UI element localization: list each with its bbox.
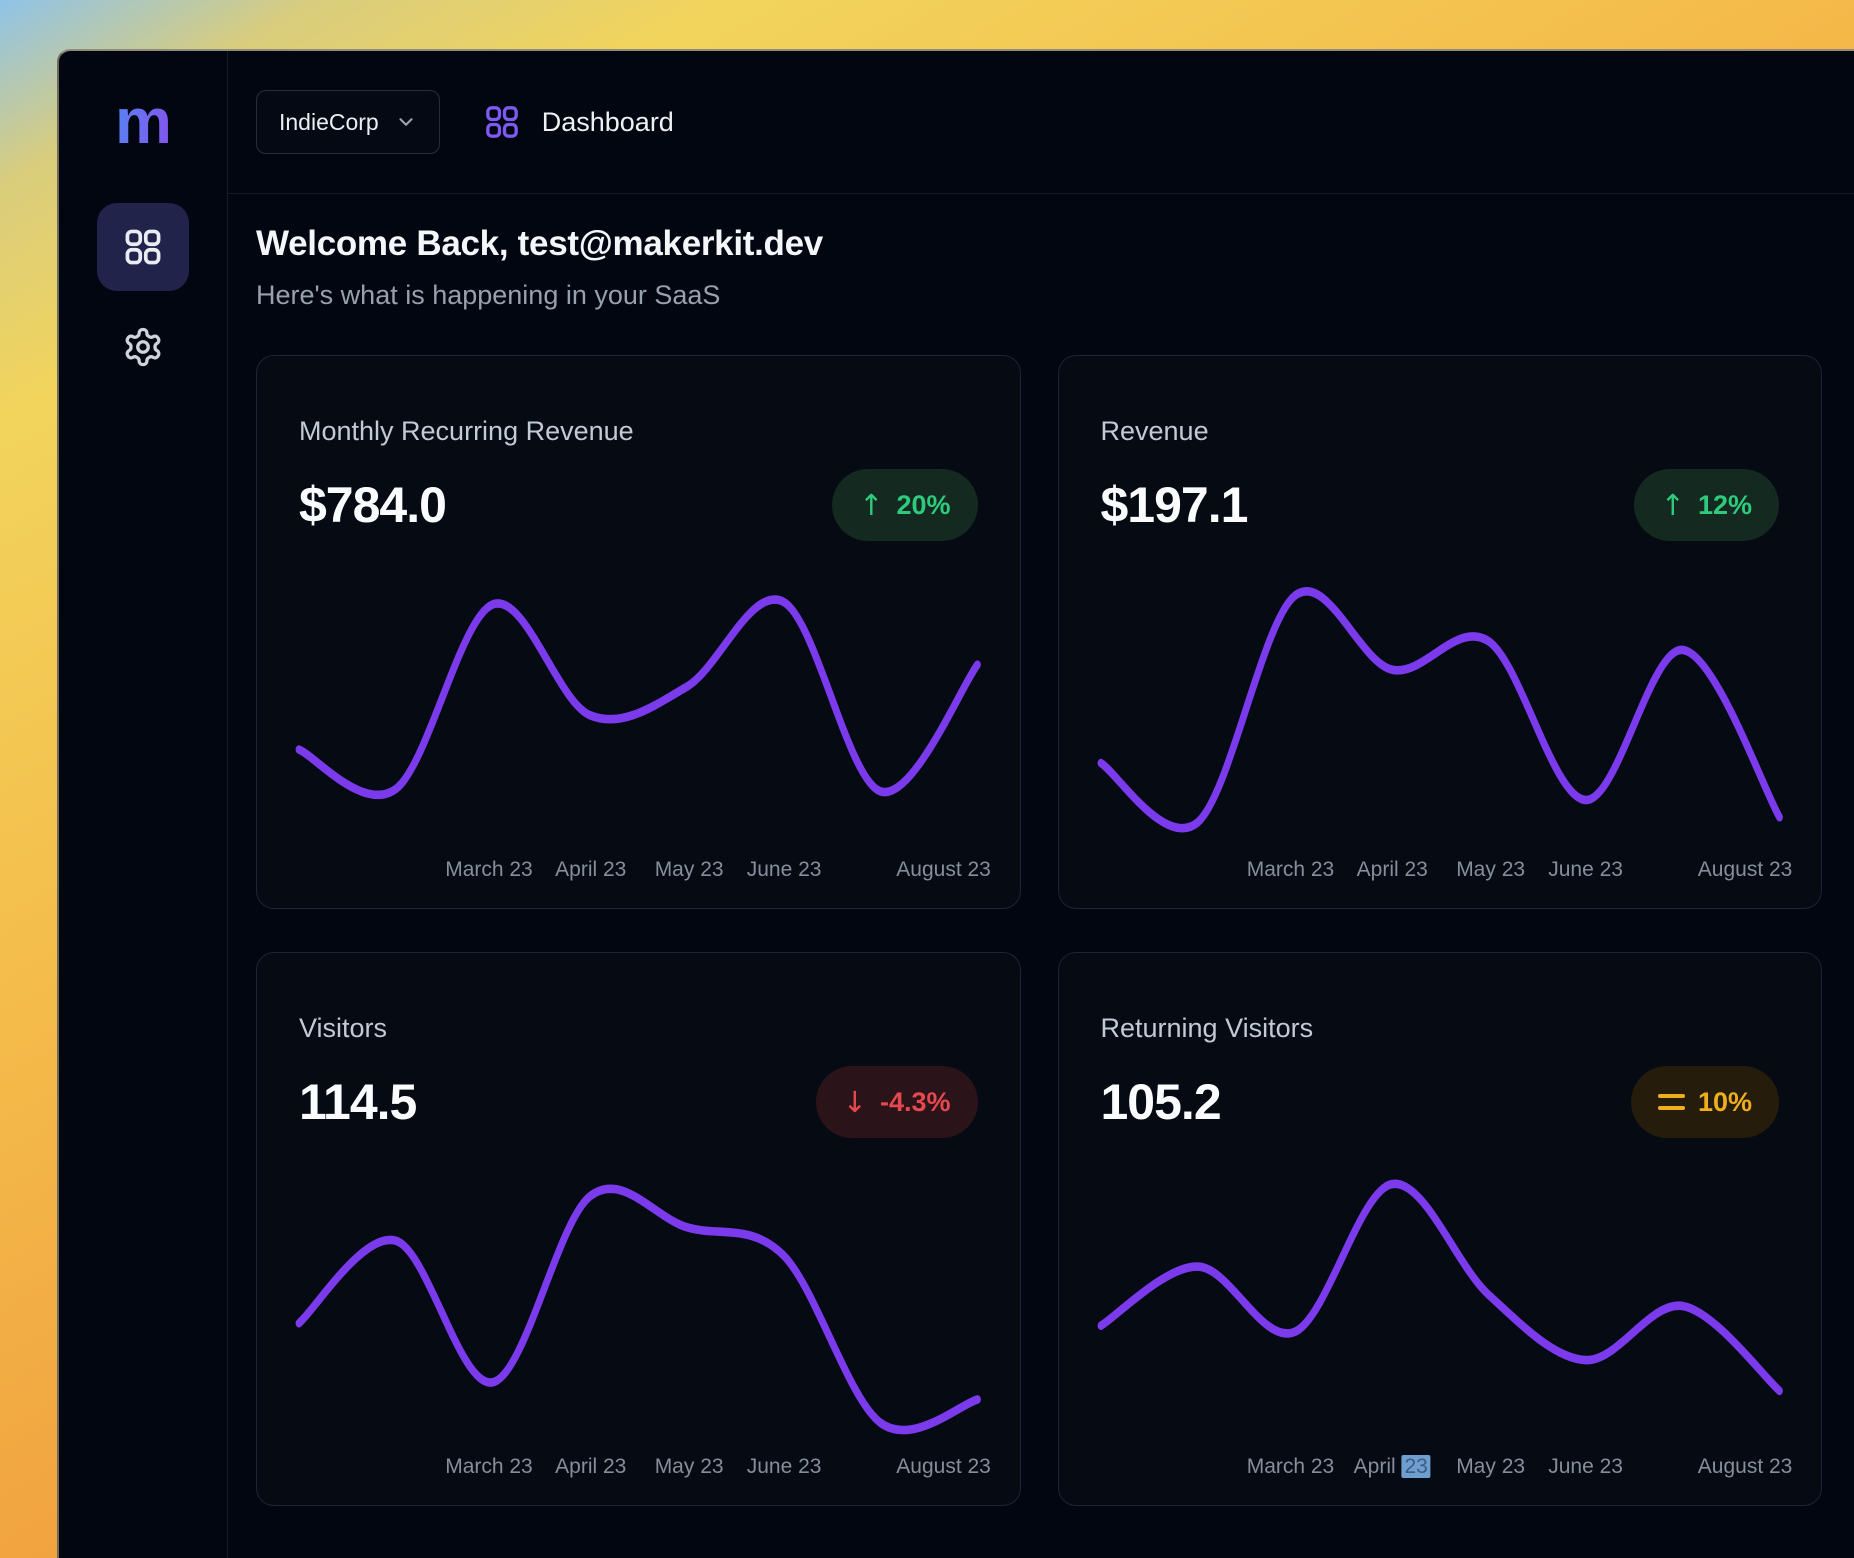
metric-card-revenue: Revenue $197.1 ↑ 12% March 23 April 23 May 23 J… [1058,355,1823,909]
x-axis-labels: March 23April 23May 23June 23August 23 [1101,1455,1780,1481]
trend-badge: ↑ 12% [1634,469,1779,541]
sparkline-chart [299,565,978,848]
grid-icon [121,225,165,269]
breadcrumb: Dashboard [482,102,674,142]
metric-value: 114.5 [299,1073,416,1131]
welcome-subheading: Here's what is happening in your SaaS [256,280,1822,311]
x-axis-tick: May 23 [655,1455,724,1479]
makerkit-logo: m [115,89,171,153]
metric-card-monthly-recurring-revenue: Monthly Recurring Revenue $784.0 ↑ 20% March… [256,355,1021,909]
value-row: $784.0 ↑ 20% [299,469,978,541]
trend-value: 20% [896,490,950,521]
card-title: Returning Visitors [1101,1013,1780,1044]
x-axis-tick: August 23 [1698,858,1793,882]
sidebar-item-dashboard[interactable] [97,203,189,291]
sparkline-chart [1101,1162,1780,1445]
main-area: IndieCorp Dashboard Welcome Back, test@m… [228,51,1854,1558]
value-row: 105.2 10% [1101,1066,1780,1138]
org-name: IndieCorp [279,109,379,136]
trend-value: 10% [1698,1087,1752,1118]
card-title: Visitors [299,1013,978,1044]
x-axis-tick: May 23 [1456,858,1525,882]
x-axis-tick: April 23 [1354,1455,1431,1479]
trend-badge: ↓ -4.3% [816,1066,978,1138]
x-axis-tick: August 23 [896,1455,991,1479]
x-axis-labels: March 23April 23May 23June 23August 23 [299,1455,978,1481]
x-axis-tick: April 23 [555,1455,626,1479]
x-axis-tick: April 23 [555,858,626,882]
welcome-heading: Welcome Back, test@makerkit.dev [256,224,1822,264]
selected-text: 23 [1402,1455,1431,1478]
arrow-down-icon: ↓ [843,1085,867,1119]
x-axis-tick: March 23 [445,1455,533,1479]
sparkline-chart [299,1162,978,1445]
page-title: Dashboard [542,107,674,138]
card-title: Monthly Recurring Revenue [299,416,978,447]
x-axis-labels: March 23April 23May 23June 23August 23 [1101,858,1780,884]
metric-card-visitors: Visitors 114.5 ↓ -4.3% March 23 April 23 May 2… [256,952,1021,1506]
x-axis-tick: May 23 [1456,1455,1525,1479]
metric-card-returning-visitors: Returning Visitors 105.2 10% March 23 April … [1058,952,1823,1506]
arrow-up-icon: ↑ [1661,488,1685,522]
x-axis-tick: June 23 [1548,1455,1623,1479]
x-axis-tick: August 23 [896,858,991,882]
trend-badge: 10% [1631,1066,1779,1138]
trend-value: 12% [1698,490,1752,521]
metric-value: $784.0 [299,476,446,534]
arrow-up-icon: ↑ [859,488,883,522]
trend-value: -4.3% [880,1087,951,1118]
value-row: 114.5 ↓ -4.3% [299,1066,978,1138]
dashboard-content: Welcome Back, test@makerkit.dev Here's w… [228,194,1854,1558]
metric-value: 105.2 [1101,1073,1221,1131]
metric-cards-grid: Monthly Recurring Revenue $784.0 ↑ 20% March… [256,355,1822,1506]
sidebar: m [59,51,228,1558]
x-axis-labels: March 23April 23May 23June 23August 23 [299,858,978,884]
metric-value: $197.1 [1101,476,1248,534]
org-selector-button[interactable]: IndieCorp [256,90,440,154]
gear-icon [122,326,164,368]
equals-icon [1658,1094,1685,1110]
x-axis-tick: June 23 [747,1455,822,1479]
dashboard-grid-icon [482,102,522,142]
sparkline-chart [1101,565,1780,848]
card-title: Revenue [1101,416,1780,447]
x-axis-tick: June 23 [1548,858,1623,882]
topbar: IndieCorp Dashboard [228,51,1854,194]
trend-badge: ↑ 20% [832,469,977,541]
x-axis-tick: August 23 [1698,1455,1793,1479]
value-row: $197.1 ↑ 12% [1101,469,1780,541]
x-axis-tick: March 23 [1247,1455,1335,1479]
x-axis-tick: March 23 [445,858,533,882]
x-axis-tick: May 23 [655,858,724,882]
app-window: m IndieCorp [57,49,1854,1558]
chevron-down-icon [395,111,417,133]
x-axis-tick: April 23 [1357,858,1428,882]
x-axis-tick: June 23 [747,858,822,882]
x-axis-tick: March 23 [1247,858,1335,882]
sidebar-item-settings[interactable] [113,317,173,377]
